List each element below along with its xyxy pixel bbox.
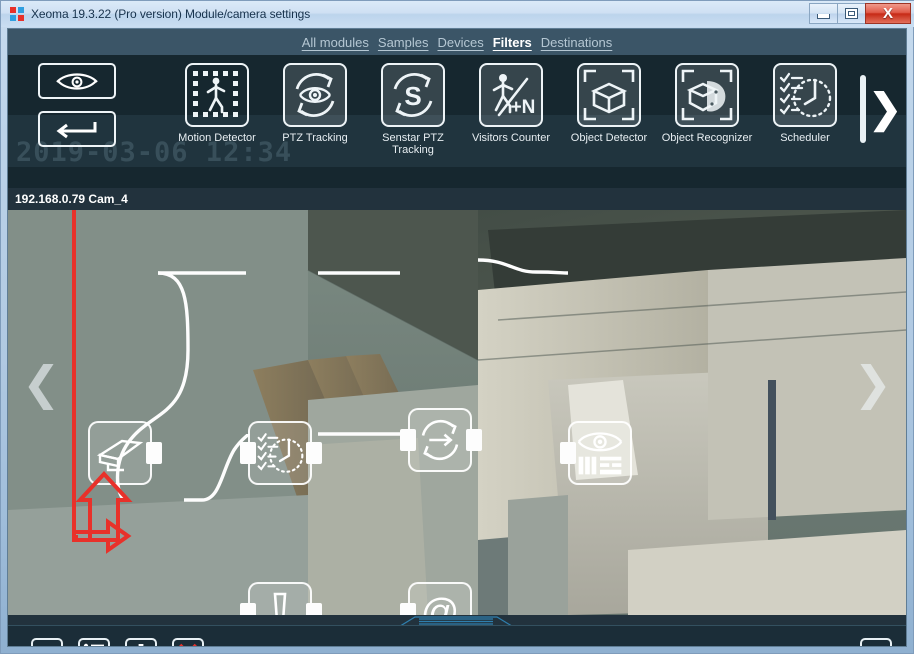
chain-port (560, 442, 576, 464)
module-tile (675, 63, 739, 127)
ptz-tracking-icon (295, 73, 335, 117)
maximize-button[interactable] (837, 3, 865, 24)
xeoma-logo-icon (9, 6, 25, 22)
close-icon: X (882, 5, 893, 22)
module-tile: +N (479, 63, 543, 127)
chain-port (400, 603, 416, 615)
help-label: ? (871, 645, 881, 647)
module-category-menu: All modules Samples Devices Filters Dest… (8, 29, 906, 56)
module-next-page-button[interactable]: ❯ (856, 73, 902, 145)
at-email-icon: @ (421, 592, 460, 615)
module-tile (577, 63, 641, 127)
window-title: Xeoma 19.3.22 (Pro version) Module/camer… (31, 7, 311, 21)
module-label: PTZ Tracking (282, 132, 348, 144)
module-scheduler[interactable]: Scheduler (756, 63, 854, 144)
preview-toggle-button[interactable] (38, 63, 116, 99)
chain-port (400, 429, 416, 451)
motion-detector-icon (193, 71, 238, 117)
module-visitors-counter[interactable]: +N Visitors Counter (462, 63, 560, 144)
dog-silhouette (707, 81, 726, 112)
minimize-icon (817, 14, 830, 19)
delete-button[interactable] (172, 638, 204, 646)
chevron-right-icon: ❯ (868, 87, 902, 131)
window-controls: X (809, 3, 911, 24)
eye-icon (56, 73, 98, 90)
menu-item-destinations[interactable]: Destinations (541, 35, 613, 50)
module-tile (773, 63, 837, 127)
eye-archive-icon (577, 432, 623, 475)
title-bar[interactable]: Xeoma 19.3.22 (Pro version) Module/camer… (1, 1, 914, 27)
menu-item-all-modules[interactable]: All modules (302, 35, 369, 50)
chain-port (306, 603, 322, 615)
module-object-detector[interactable]: Object Detector (560, 63, 658, 144)
module-senstar-ptz-tracking[interactable]: S Senstar PTZ Tracking (364, 63, 462, 156)
chain-port (466, 429, 482, 451)
red-left-arrow-icon (36, 644, 58, 647)
module-label: Senstar PTZ Tracking (382, 132, 444, 156)
exclamation-icon (273, 592, 287, 615)
video-preview[interactable]: IP PTZ Camera ❮ ❯ (8, 210, 906, 615)
palette-nav-buttons (38, 63, 148, 153)
chain-node-ptz-tracking[interactable] (408, 408, 472, 472)
list-icon (83, 643, 104, 646)
svg-text:+N: +N (511, 97, 536, 118)
chain-node-preview-archive[interactable] (568, 421, 632, 485)
visitors-counter-icon: +N (492, 74, 536, 118)
module-label: Motion Detector (178, 132, 256, 144)
chain-port (240, 442, 256, 464)
client-area: All modules Samples Devices Filters Dest… (7, 28, 907, 647)
cctv-camera-icon (96, 439, 144, 472)
scheduler-icon (257, 433, 304, 473)
plus-icon (138, 644, 144, 646)
back-arrow-icon (56, 122, 97, 139)
chain-port (240, 603, 256, 615)
ptz-tracking-icon (421, 419, 459, 461)
scheduler-icon (779, 72, 832, 118)
svg-text:@: @ (421, 592, 460, 615)
module-tile (185, 63, 249, 127)
back-to-chain-button[interactable] (38, 111, 116, 147)
module-motion-detector[interactable]: Motion Detector (168, 63, 266, 144)
chain-port (306, 442, 322, 464)
chain-node-camera-source[interactable] (88, 421, 152, 485)
bottom-toolbar: ? (8, 625, 906, 647)
xeoma-window: Xeoma 19.3.22 (Pro version) Module/camer… (0, 0, 914, 654)
module-label: Object Detector (570, 132, 648, 144)
module-list: Motion Detector PTZ Tracking S Senstar P… (168, 63, 858, 185)
chain-port (146, 442, 162, 464)
senstar-ptz-tracking-icon: S (393, 73, 433, 117)
svg-text:S: S (404, 81, 421, 111)
module-tile: S (381, 63, 445, 127)
help-button[interactable]: ? (860, 638, 892, 647)
module-label: Scheduler (780, 132, 830, 144)
minimize-button[interactable] (809, 3, 837, 24)
menu-item-samples[interactable]: Samples (378, 35, 429, 50)
module-palette: 2019-03-06 12:34 Motion Detector PTZ Tra… (8, 55, 906, 188)
chain-node-scheduler[interactable] (248, 421, 312, 485)
next-page-bar (860, 75, 867, 143)
object-detector-icon (583, 69, 635, 121)
module-ptz-tracking[interactable]: PTZ Tracking (266, 63, 364, 144)
window-frame: Xeoma 19.3.22 (Pro version) Module/camer… (0, 0, 914, 654)
back-button[interactable] (31, 638, 63, 647)
menu-item-filters[interactable]: Filters (493, 35, 532, 50)
maximize-icon (845, 8, 858, 19)
close-button[interactable]: X (865, 3, 911, 24)
module-label: Visitors Counter (471, 132, 551, 144)
menu-item-devices[interactable]: Devices (437, 35, 483, 50)
list-button[interactable] (78, 638, 110, 646)
chain-node-email-sender[interactable]: @ (408, 582, 472, 615)
module-tile (283, 63, 347, 127)
camera-name-label: 192.168.0.79 Cam_4 (8, 188, 906, 210)
chain-node-problems-detector[interactable] (248, 582, 312, 615)
red-x-icon (179, 643, 197, 646)
object-recognizer-icon (681, 69, 733, 121)
module-object-recognizer[interactable]: Object Recognizer (658, 63, 756, 144)
add-button[interactable] (125, 638, 157, 646)
module-label: Object Recognizer (661, 132, 753, 144)
